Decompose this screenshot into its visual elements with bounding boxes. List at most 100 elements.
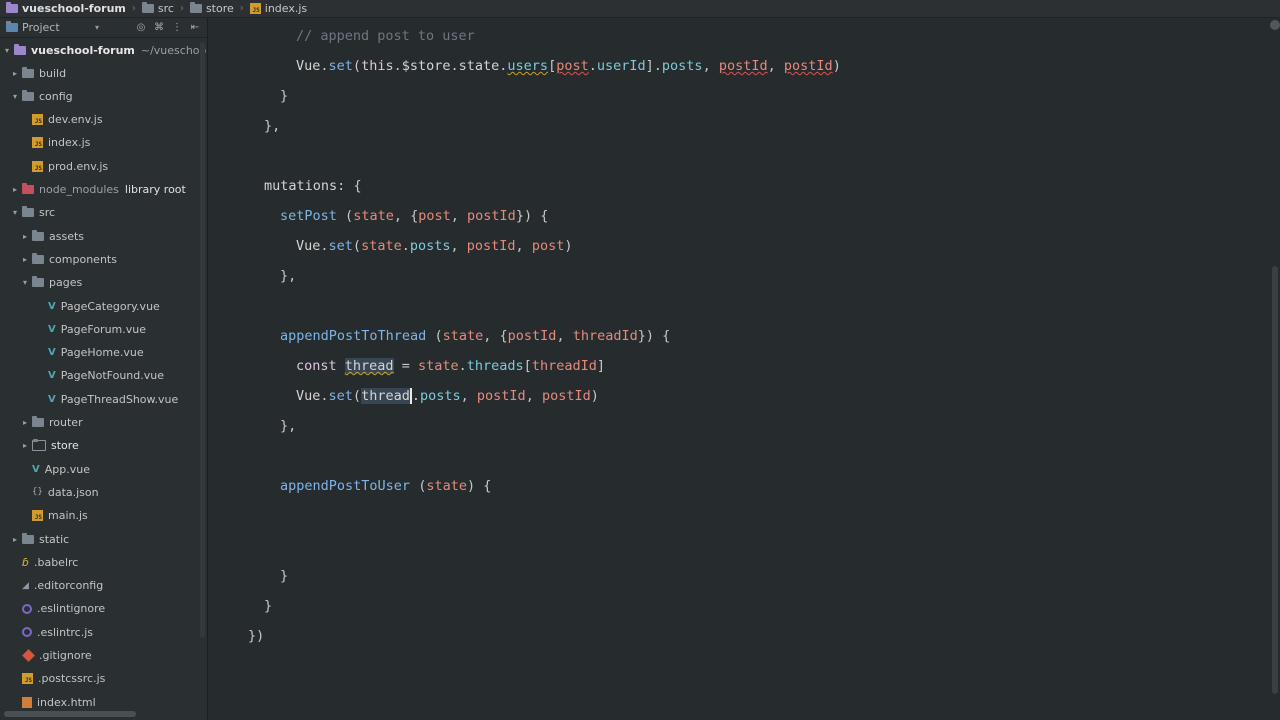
breadcrumb-src[interactable]: src	[141, 2, 174, 15]
breadcrumb-store[interactable]: store	[189, 2, 234, 15]
expand-arrow-icon[interactable]: ▸	[20, 418, 30, 427]
tree-item[interactable]: .eslintrc.js	[10, 622, 93, 642]
project-folder-icon	[14, 43, 26, 55]
collapse-arrow-icon[interactable]: ▾	[10, 208, 20, 217]
tree-item-label: dev.env.js	[48, 113, 103, 127]
tree-item[interactable]: index.html	[10, 692, 96, 712]
chevron-right-icon: ›	[131, 3, 136, 14]
sidebar-horizontal-scrollbar[interactable]	[4, 711, 136, 717]
tree-item-label: prod.env.js	[48, 159, 109, 173]
eslint-icon	[22, 627, 32, 638]
breadcrumb-file[interactable]: JS index.js	[249, 2, 307, 15]
inspection-status-icon[interactable]	[1270, 20, 1280, 30]
dropdown-arrow-icon: ▾	[94, 23, 99, 32]
collapse-arrow-icon[interactable]: ▾	[20, 278, 30, 287]
tree-item[interactable]: JS dev.env.js	[20, 110, 103, 130]
breadcrumb-project[interactable]: vueschool-forum	[6, 2, 126, 15]
code-line[interactable]: appendPostToUser (state) {	[280, 476, 491, 496]
code-line[interactable]: setPost (state, {post, postId}) {	[280, 206, 548, 226]
expand-arrow-icon[interactable]: ▸	[10, 69, 20, 78]
code-line[interactable]: },	[280, 266, 296, 286]
babel-file-icon: ɓ	[22, 555, 29, 569]
tree-item-label: App.vue	[44, 462, 90, 476]
tree-item-label: PageThreadShow.vue	[60, 392, 179, 406]
sidebar-scrollbar[interactable]	[200, 42, 205, 638]
tree-item-label: .gitignore	[39, 649, 92, 662]
breadcrumb-store-label: store	[205, 2, 234, 15]
code-line[interactable]: Vue.set(state.posts, postId, post)	[296, 236, 572, 256]
options-menu-icon[interactable]: ⋮	[171, 22, 183, 33]
expand-arrow-icon[interactable]: ▸	[10, 535, 20, 544]
library-root-label: library root	[124, 183, 186, 196]
code-line[interactable]: }	[264, 596, 272, 616]
code-line[interactable]: },	[280, 416, 296, 436]
code-line[interactable]: },	[264, 116, 280, 136]
tree-item-label: node_modules	[39, 183, 119, 196]
expand-arrow-icon[interactable]: ▸	[20, 255, 30, 264]
hide-panel-icon[interactable]: ⇤	[189, 22, 201, 33]
code-line[interactable]: }	[280, 86, 288, 106]
tree-item[interactable]: V PageNotFound.vue	[36, 366, 164, 386]
editor-scrollbar[interactable]	[1272, 266, 1278, 694]
tree-item[interactable]: JS main.js	[20, 506, 88, 526]
tree-item[interactable]: ▸ node_modules library root	[10, 180, 186, 200]
tree-item[interactable]: JS prod.env.js	[20, 156, 108, 176]
js-file-icon: JS	[22, 673, 33, 685]
tree-item[interactable]: V PageThreadShow.vue	[36, 389, 178, 409]
folder-icon	[141, 2, 154, 13]
code-line[interactable]: const thread = state.threads[threadId]	[296, 356, 605, 376]
project-view-icon	[6, 21, 18, 32]
tree-item[interactable]: ◢ .editorconfig	[10, 576, 103, 596]
tree-item[interactable]: V PageHome.vue	[36, 343, 144, 363]
tree-item-label: PageForum.vue	[60, 322, 146, 336]
js-file-icon: JS	[249, 3, 261, 14]
tree-item[interactable]: ▸ static	[10, 529, 69, 549]
tree-root[interactable]: ▾ vueschool-forum ~/vueschool/v	[2, 40, 207, 60]
tree-item[interactable]: ▸ router	[20, 413, 83, 433]
project-view-label: Project	[22, 21, 60, 34]
tree-item-label: config	[39, 89, 73, 103]
tree-item[interactable]: ▸ build	[10, 63, 66, 83]
tree-item[interactable]: ▸ assets	[20, 226, 84, 246]
tree-item-label: .eslintignore	[37, 602, 106, 616]
code-line[interactable]: Vue.set(this.$store.state.users[post.use…	[296, 56, 841, 76]
code-line[interactable]: // append post to user	[296, 26, 475, 46]
git-icon	[22, 649, 35, 662]
tree-item[interactable]: JS .postcssrc.js	[10, 669, 105, 689]
collapse-arrow-icon[interactable]: ▾	[10, 92, 20, 101]
tree-item-label: .babelrc	[33, 555, 79, 569]
code-line[interactable]: mutations: {	[264, 176, 362, 196]
js-file-icon: JS	[32, 137, 43, 149]
expand-arrow-icon[interactable]: ▸	[20, 441, 30, 450]
expand-arrow-icon[interactable]: ▸	[20, 232, 30, 241]
js-file-icon: JS	[32, 510, 43, 522]
code-editor[interactable]: // append post to user Vue.set(this.$stor…	[208, 18, 1280, 720]
tree-item[interactable]: V PageCategory.vue	[36, 296, 160, 316]
tree-item[interactable]: JS index.js	[20, 133, 90, 153]
tree-item[interactable]: ɓ .babelrc	[10, 552, 78, 572]
chevron-right-icon: ›	[179, 3, 184, 14]
html-file-icon	[22, 696, 32, 708]
root-path: ~/vueschool/v	[140, 43, 207, 57]
collapse-settings-icon[interactable]: ⌘	[153, 22, 165, 33]
expand-arrow-icon[interactable]: ▸	[10, 185, 20, 194]
expand-arrow-icon: ▾	[4, 45, 9, 55]
project-view-selector[interactable]: Project ▾	[6, 21, 129, 34]
locate-file-icon[interactable]: ◎	[135, 22, 147, 33]
tree-item[interactable]: ▾ pages	[20, 273, 82, 293]
tree-item[interactable]: ▸ store	[20, 436, 79, 456]
tree-item[interactable]: ▾ config	[10, 86, 73, 106]
code-line[interactable]: })	[248, 626, 264, 646]
code-line[interactable]: }	[280, 566, 288, 586]
folder-icon	[32, 252, 44, 264]
tree-item[interactable]: V App.vue	[20, 459, 90, 479]
tree-item[interactable]: .eslintignore	[10, 599, 105, 619]
code-line[interactable]: appendPostToThread (state, {postId, thre…	[280, 326, 670, 346]
tree-item[interactable]: ▾ src	[10, 203, 55, 223]
tree-item-label: PageNotFound.vue	[60, 369, 164, 383]
tree-item[interactable]: ▸ components	[20, 249, 117, 269]
tree-item[interactable]: .gitignore	[10, 646, 92, 666]
tree-item[interactable]: V PageForum.vue	[36, 319, 146, 339]
code-line[interactable]: Vue.set(thread .posts, postId, postId)	[296, 386, 599, 406]
tree-item[interactable]: {} data.json	[20, 482, 99, 502]
